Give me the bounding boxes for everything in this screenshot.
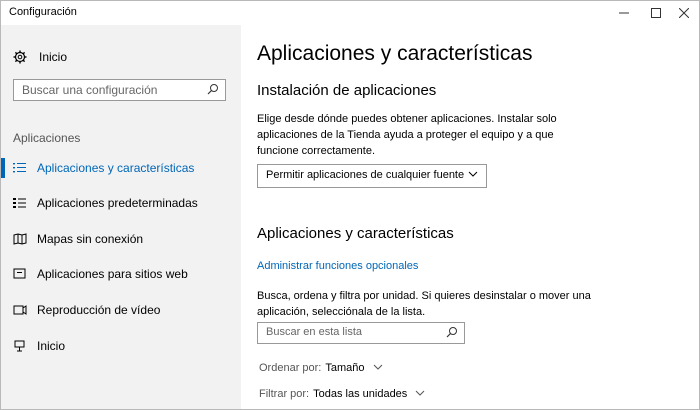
page-title: Aplicaciones y características — [257, 42, 533, 65]
install-source-dropdown[interactable]: Permitir aplicaciones de cualquier fuent… — [257, 164, 487, 188]
window-title: Configuración — [9, 6, 77, 18]
apps-description: Busca, ordena y filtra por unidad. Si qu… — [257, 290, 591, 318]
filter-label: Filtrar por: — [259, 388, 310, 400]
filter-value: Todas las unidades — [313, 388, 408, 400]
website-app-icon — [13, 267, 27, 281]
install-heading: Instalación de aplicaciones — [257, 82, 437, 99]
sort-selector[interactable]: Ordenar por: Tamaño — [259, 362, 383, 374]
sidebar-home[interactable]: Inicio — [13, 47, 67, 67]
maximize-icon — [651, 8, 661, 18]
sidebar-item-default-apps[interactable]: Aplicaciones predeterminadas — [1, 193, 241, 213]
section-label: Aplicaciones — [13, 131, 81, 145]
install-source-value: Permitir aplicaciones de cualquier fuent… — [266, 169, 465, 181]
chevron-down-icon — [373, 362, 383, 374]
sidebar-item-label: Inicio — [37, 339, 66, 353]
search-icon — [207, 83, 219, 98]
sidebar-home-label: Inicio — [39, 50, 68, 64]
sidebar-item-label: Aplicaciones y características — [37, 161, 195, 175]
manage-optional-features-link[interactable]: Administrar funciones opcionales — [257, 260, 418, 272]
close-icon — [679, 8, 689, 18]
sidebar: Inicio Buscar una configuración Aplicaci… — [1, 25, 241, 409]
list-icon — [13, 161, 27, 175]
sidebar-item-label: Reproducción de vídeo — [37, 303, 161, 317]
main-content: Aplicaciones y características Instalaci… — [241, 25, 699, 409]
app-list-search-placeholder: Buscar en esta lista — [266, 326, 362, 338]
sidebar-item-website-apps[interactable]: Aplicaciones para sitios web — [1, 264, 241, 284]
sidebar-item-label: Mapas sin conexión — [37, 232, 144, 246]
list-default-icon — [13, 196, 27, 210]
app-list-search-input[interactable]: Buscar en esta lista — [257, 322, 465, 344]
filter-selector[interactable]: Filtrar por: Todas las unidades — [259, 388, 425, 400]
sidebar-item-video-playback[interactable]: Reproducción de vídeo — [1, 300, 241, 320]
apps-heading: Aplicaciones y características — [257, 225, 454, 242]
sidebar-item-startup[interactable]: Inicio — [1, 336, 241, 356]
settings-search-input[interactable]: Buscar una configuración — [13, 79, 226, 101]
chevron-down-icon — [468, 169, 478, 182]
startup-icon — [13, 339, 27, 353]
sidebar-item-offline-maps[interactable]: Mapas sin conexión — [1, 229, 241, 249]
search-icon — [446, 326, 458, 341]
settings-window: Configuración Inicio Buscar una configur… — [0, 0, 700, 410]
title-bar: Configuración — [1, 1, 699, 25]
sidebar-item-label: Aplicaciones predeterminadas — [37, 196, 198, 210]
settings-search-placeholder: Buscar una configuración — [22, 83, 158, 97]
gear-icon — [13, 50, 27, 64]
close-button[interactable] — [661, 1, 699, 25]
sidebar-item-apps-features[interactable]: Aplicaciones y características — [1, 158, 241, 178]
sort-value: Tamaño — [325, 362, 365, 374]
install-description: Elige desde dónde puedes obtener aplicac… — [257, 113, 557, 157]
chevron-down-icon — [415, 388, 425, 400]
sidebar-item-label: Aplicaciones para sitios web — [37, 267, 188, 281]
video-icon — [13, 303, 27, 317]
sort-label: Ordenar por: — [259, 362, 322, 374]
map-icon — [13, 232, 27, 246]
minimize-icon — [619, 12, 629, 14]
